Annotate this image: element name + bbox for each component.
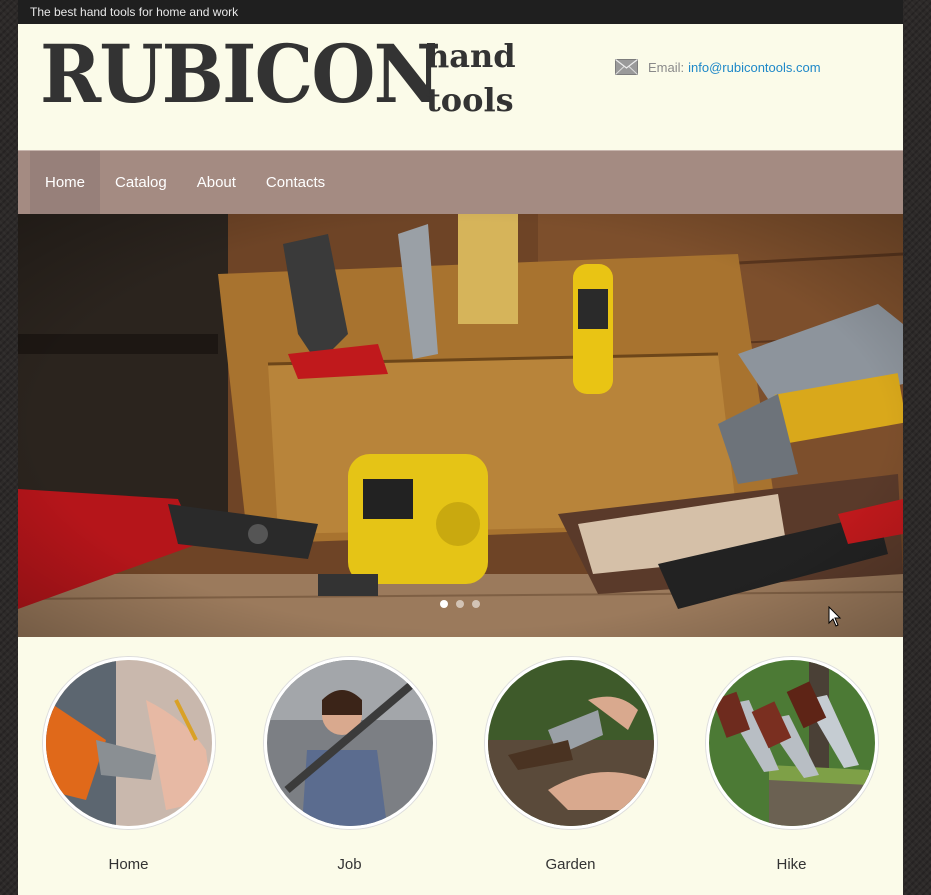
category-job-image[interactable] (263, 657, 436, 829)
category-home[interactable]: Home (41, 657, 216, 873)
hike-knives-image (708, 660, 875, 826)
email-label: Email: (648, 59, 685, 75)
top-bar-text: The best hand tools for home and work (30, 5, 239, 19)
category-garden-label[interactable]: Garden (483, 856, 658, 873)
nav-item-home[interactable]: Home (30, 151, 101, 214)
slider-dot-1[interactable] (440, 600, 448, 608)
email-link[interactable]: info@rubicontools.com (688, 60, 820, 75)
page-container: RUBICON hand tools Email: info@rubiconto… (18, 24, 903, 895)
garden-soil-image (487, 660, 654, 826)
header-email: Email: info@rubicontools.com (615, 59, 821, 75)
mouse-cursor-icon (828, 606, 842, 627)
category-hike-label[interactable]: Hike (704, 856, 879, 873)
job-worker-image (266, 660, 433, 826)
site-header: RUBICON hand tools Email: info@rubiconto… (18, 24, 903, 150)
category-hike[interactable]: Hike (704, 657, 879, 873)
category-job[interactable]: Job (262, 657, 437, 873)
site-tagline: hand tools (426, 34, 516, 122)
hero-slider[interactable] (18, 214, 903, 637)
nav-item-catalog[interactable]: Catalog (100, 151, 182, 214)
nav-item-contacts[interactable]: Contacts (251, 151, 340, 214)
category-section: Home Job Garden Hike (18, 657, 903, 895)
top-bar: The best hand tools for home and work (18, 0, 903, 24)
tagline-line-2: tools (426, 81, 514, 119)
slider-dot-3[interactable] (472, 600, 480, 608)
main-nav: Home Catalog About Contacts (18, 150, 903, 214)
category-hike-image[interactable] (705, 657, 878, 829)
category-garden[interactable]: Garden (483, 657, 658, 873)
nav-item-about[interactable]: About (182, 151, 251, 214)
category-garden-image[interactable] (484, 657, 657, 829)
slider-dot-2[interactable] (456, 600, 464, 608)
envelope-icon (615, 59, 638, 75)
category-job-label[interactable]: Job (262, 856, 437, 873)
tagline-line-1: hand (426, 37, 516, 75)
category-home-label[interactable]: Home (41, 856, 216, 873)
home-wiring-image (45, 660, 212, 826)
site-logo[interactable]: RUBICON (40, 28, 441, 120)
category-home-image[interactable] (42, 657, 215, 829)
hero-image-tools (18, 214, 903, 637)
slider-dots (440, 600, 480, 608)
